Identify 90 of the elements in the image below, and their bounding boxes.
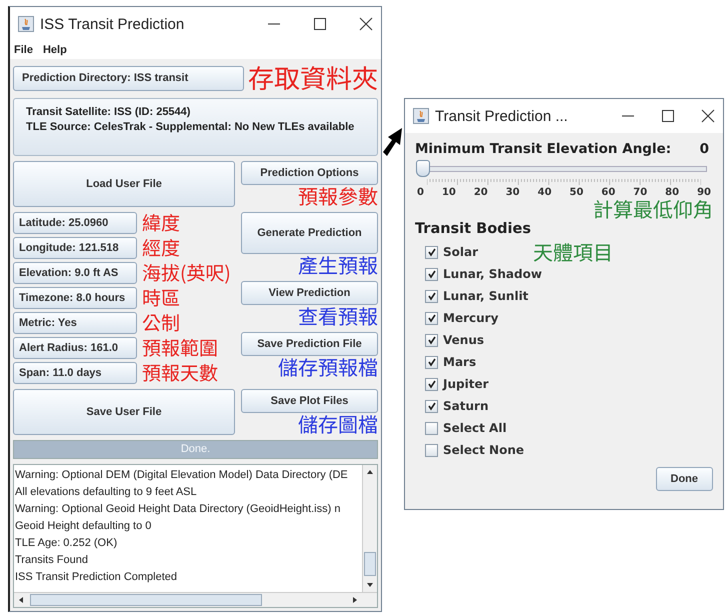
close-icon[interactable] <box>359 17 373 31</box>
annotation-text: 預報天數 <box>142 362 218 384</box>
window-title: ISS Transit Prediction <box>40 16 186 32</box>
menu-item[interactable]: File <box>14 44 33 56</box>
annotation-text: 經度 <box>142 237 180 259</box>
log-line: Warning: Optional Geoid Height Data Directory (GeoidHeight.iss) n <box>15 502 342 517</box>
log-line: ISS Transit Prediction Completed <box>15 570 178 585</box>
annotation-text: 儲存圖檔 <box>298 413 378 435</box>
checkbox-label[interactable]: Solar <box>443 245 478 259</box>
setting-button[interactable]: Alert Radius: 161.0 <box>13 337 137 359</box>
action-button[interactable]: Save Plot Files <box>241 389 378 413</box>
log-line: Warning: Optional DEM (Digital Elevation Model) Data Directory (DE <box>15 468 349 483</box>
info-text: TLE Source: CelesTrak - Supplemental: No New TLEs available <box>26 120 356 135</box>
annotation-text: 產生預報 <box>298 254 378 276</box>
directory-button[interactable]: Prediction Directory: ISS transit <box>13 66 244 90</box>
tick-label: 80 <box>665 187 680 198</box>
annotation-text: 預報範圍 <box>142 337 218 359</box>
setting-button[interactable]: Metric: Yes <box>13 312 137 334</box>
done-button[interactable]: Done <box>656 467 713 491</box>
checkbox[interactable] <box>425 400 438 412</box>
app-icon <box>413 108 429 124</box>
annotation-text: 海拔(英呎) <box>142 262 231 284</box>
log-line: TLE Age: 0.252 (OK) <box>15 536 118 551</box>
action-button[interactable]: Prediction Options <box>241 161 378 185</box>
maximize-icon[interactable] <box>661 109 675 123</box>
annotation-text: 計算最低仰角 <box>593 198 713 220</box>
checkbox-label[interactable]: Mercury <box>443 311 498 325</box>
close-icon[interactable] <box>701 109 715 123</box>
checkbox[interactable] <box>425 334 438 346</box>
annotation-text: 公制 <box>142 312 180 334</box>
maximize-icon[interactable] <box>313 17 327 31</box>
setting-button[interactable]: Elevation: 9.0 ft AS <box>13 262 137 284</box>
setting-button[interactable]: Longitude: 121.518 <box>13 237 137 259</box>
info-text: Transit Satellite: ISS (ID: 25544) <box>26 105 192 120</box>
annotation-text: 緯度 <box>142 212 180 234</box>
checkbox-label[interactable]: Jupiter <box>443 377 489 391</box>
tick-label: 20 <box>474 187 488 198</box>
checkbox[interactable] <box>425 444 438 456</box>
checkbox[interactable] <box>425 378 438 390</box>
tick-label: 90 <box>697 187 711 198</box>
checkbox-label[interactable]: Venus <box>443 333 484 347</box>
app-icon <box>18 16 34 32</box>
checkbox[interactable] <box>425 356 438 368</box>
annotation-text: 儲存預報檔 <box>278 356 378 378</box>
setting-button[interactable]: Timezone: 8.0 hours <box>13 287 137 309</box>
action-button[interactable]: Generate Prediction <box>241 212 378 254</box>
checkbox[interactable] <box>425 246 438 258</box>
checkbox-label[interactable]: Lunar, Shadow <box>443 267 542 281</box>
annotation-text: 存取資料夾 <box>248 63 378 93</box>
slider-label: Minimum Transit Elevation Angle: <box>415 141 672 157</box>
tick-label: 30 <box>506 187 520 198</box>
section-heading: Transit Bodies <box>415 221 531 237</box>
scrollbar-thumb[interactable] <box>30 594 262 606</box>
checkbox[interactable] <box>425 268 438 280</box>
action-button[interactable]: Load User File <box>13 161 235 207</box>
tick-label: 0 <box>417 187 424 198</box>
setting-button[interactable]: Span: 11.0 days <box>13 362 137 384</box>
checkbox[interactable] <box>425 290 438 302</box>
log-line: All elevations defaulting to 9 feet ASL <box>15 485 198 500</box>
checkbox[interactable] <box>425 422 438 434</box>
log-line: Transits Found <box>15 553 89 568</box>
scrollbar-thumb[interactable] <box>364 552 376 576</box>
checkbox-label[interactable]: Mars <box>443 355 476 369</box>
tick-label: 50 <box>570 187 584 198</box>
annotation-text: 預報參數 <box>298 185 378 207</box>
checkbox-label[interactable]: Select None <box>443 443 524 457</box>
annotation-text: 時區 <box>142 287 180 309</box>
slider-thumb[interactable] <box>416 160 430 177</box>
checkbox[interactable] <box>425 312 438 324</box>
tick-label: 60 <box>601 187 616 198</box>
tick-label: 40 <box>538 187 552 198</box>
window-title: Transit Prediction ... <box>435 108 569 124</box>
tick-label: 70 <box>633 187 648 198</box>
action-button[interactable]: Save Prediction File <box>241 332 378 356</box>
menu-item[interactable]: Help <box>42 44 67 56</box>
vertical-scrollbar[interactable] <box>362 465 377 592</box>
tick-label: 10 <box>442 187 456 198</box>
checkbox-label[interactable]: Select All <box>443 421 507 435</box>
annotation-text: 查看預報 <box>298 305 378 327</box>
setting-button[interactable]: Latitude: 25.0960 <box>13 212 137 234</box>
horizontal-scrollbar[interactable] <box>14 592 377 607</box>
log-line: Geoid Height defaulting to 0 <box>15 519 152 534</box>
action-button[interactable]: Save User File <box>13 389 235 435</box>
action-button[interactable]: View Prediction <box>241 281 378 305</box>
checkbox-label[interactable]: Saturn <box>443 399 488 413</box>
progress-text: Done. <box>180 442 212 457</box>
checkbox-label[interactable]: Lunar, Sunlit <box>443 289 528 303</box>
slider-value: 0 <box>700 141 709 157</box>
annotation-text: 天體項目 <box>533 241 613 263</box>
pointer-arrow <box>383 126 403 156</box>
